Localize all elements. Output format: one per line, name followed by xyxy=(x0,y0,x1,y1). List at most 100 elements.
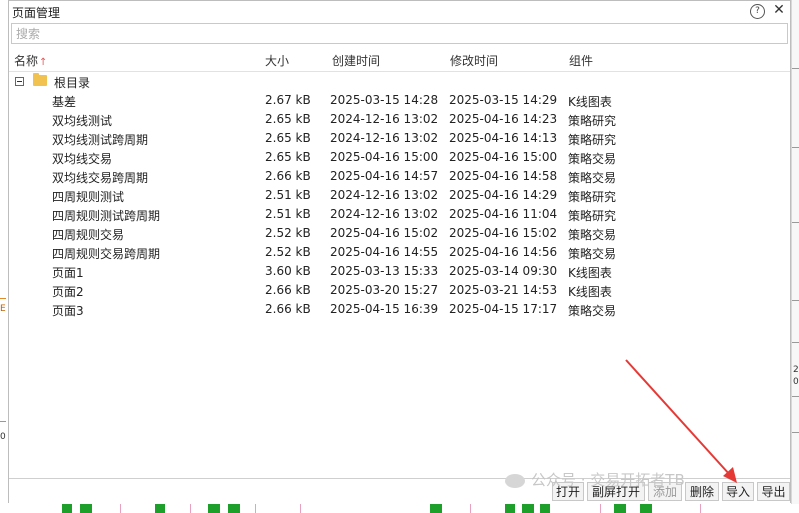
item-component: 策略研究 xyxy=(568,114,617,128)
item-component: 策略交易 xyxy=(568,228,617,242)
item-name: 页面1 xyxy=(52,266,84,280)
tree-root-row[interactable]: 根目录 xyxy=(9,72,790,91)
item-created: 2025-04-16 15:02 xyxy=(330,226,439,240)
sort-ascending-icon: ↑ xyxy=(39,57,48,68)
dialog-title: 页面管理 xyxy=(12,6,61,20)
item-modified: 2025-04-16 14:13 xyxy=(449,131,558,145)
item-created: 2025-03-13 15:33 xyxy=(330,264,439,278)
item-modified: 2025-04-16 14:23 xyxy=(449,112,558,126)
item-created: 2024-12-16 13:02 xyxy=(330,131,439,145)
item-modified: 2025-04-16 15:02 xyxy=(449,226,558,240)
tree-item-row[interactable]: 四周规则测试 2.51 kB 2024-12-16 13:02 2025-04-16 … xyxy=(9,186,790,205)
background-curve xyxy=(0,298,6,299)
tree-item-row[interactable]: 页面3 2.66 kB 2025-04-15 16:39 2025-04-15 17:… xyxy=(9,300,790,319)
tree-item-row[interactable]: 四周规则交易 2.52 kB 2025-04-16 15:02 2025-04-16 … xyxy=(9,224,790,243)
item-created: 2025-03-20 15:27 xyxy=(330,283,439,297)
item-component: 策略交易 xyxy=(568,171,617,185)
close-icon[interactable]: ✕ xyxy=(771,2,787,19)
item-created: 2024-12-16 13:02 xyxy=(330,112,439,126)
item-created: 2025-04-16 14:55 xyxy=(330,245,439,259)
item-component: 策略交易 xyxy=(568,304,617,318)
item-modified: 2025-04-16 11:04 xyxy=(449,207,558,221)
item-size: 2.66 kB xyxy=(265,169,311,183)
item-component: 策略交易 xyxy=(568,247,617,261)
item-name: 页面3 xyxy=(52,304,84,318)
item-size: 2.65 kB xyxy=(265,131,311,145)
item-name: 双均线测试 xyxy=(52,114,113,128)
item-size: 2.65 kB xyxy=(265,112,311,126)
item-size: 2.52 kB xyxy=(265,226,311,240)
tree-item-row[interactable]: 页面2 2.66 kB 2025-03-20 15:27 2025-03-21 14:… xyxy=(9,281,790,300)
item-size: 2.65 kB xyxy=(265,150,311,164)
item-size: 3.60 kB xyxy=(265,264,311,278)
item-component: K线图表 xyxy=(568,266,612,280)
item-name: 四周规则交易 xyxy=(52,228,125,242)
background-tick: E xyxy=(0,304,6,314)
tree-item-row[interactable]: 双均线测试 2.65 kB 2024-12-16 13:02 2025-04-16 1… xyxy=(9,110,790,129)
item-component: 策略交易 xyxy=(568,152,617,166)
item-name: 双均线交易 xyxy=(52,152,113,166)
item-size: 2.51 kB xyxy=(265,207,311,221)
item-name: 四周规则测试跨周期 xyxy=(52,209,161,223)
background-tick: 2 xyxy=(793,365,799,375)
search-box xyxy=(11,23,788,44)
item-created: 2025-03-15 14:28 xyxy=(330,93,439,107)
item-created: 2025-04-16 15:00 xyxy=(330,150,439,164)
item-name: 双均线交易跨周期 xyxy=(52,171,149,185)
tree-item-row[interactable]: 双均线交易 2.65 kB 2025-04-16 15:00 2025-04-16 1… xyxy=(9,148,790,167)
column-header: 名称↑ 大小 创建时间 修改时间 组件 xyxy=(9,48,790,72)
item-name: 页面2 xyxy=(52,285,84,299)
item-component: 策略研究 xyxy=(568,133,617,147)
background-candles xyxy=(0,504,799,513)
item-size: 2.51 kB xyxy=(265,188,311,202)
item-modified: 2025-04-15 17:17 xyxy=(449,302,558,316)
item-size: 2.67 kB xyxy=(265,93,311,107)
background-tick: 0 xyxy=(0,432,6,442)
column-created-header[interactable]: 创建时间 xyxy=(332,52,380,69)
item-modified: 2025-04-16 14:58 xyxy=(449,169,558,183)
background-tick: 0 xyxy=(793,377,799,387)
import-button[interactable]: 导入 xyxy=(722,482,754,501)
column-name-header[interactable]: 名称↑ xyxy=(14,52,47,69)
tree-item-row[interactable]: 四周规则测试跨周期 2.51 kB 2024-12-16 13:02 2025-04-… xyxy=(9,205,790,224)
root-folder-label: 根目录 xyxy=(54,76,91,90)
delete-button[interactable]: 删除 xyxy=(685,482,719,501)
title-bar[interactable]: 页面管理 ? ✕ xyxy=(9,1,790,22)
tree-item-row[interactable]: 双均线交易跨周期 2.66 kB 2025-04-16 14:57 2025-04-1… xyxy=(9,167,790,186)
item-modified: 2025-04-16 14:29 xyxy=(449,188,558,202)
page-manager-dialog: 页面管理 ? ✕ 名称↑ 大小 创建时间 修改时间 组件 根目录 基差 2.67 … xyxy=(8,0,791,504)
background-curve xyxy=(0,421,6,422)
tree-item-row[interactable]: 四周规则交易跨周期 2.52 kB 2025-04-16 14:55 2025-04-… xyxy=(9,243,790,262)
collapse-icon[interactable] xyxy=(15,77,24,86)
item-name: 双均线测试跨周期 xyxy=(52,133,149,147)
help-icon[interactable]: ? xyxy=(750,4,765,19)
item-component: 策略研究 xyxy=(568,190,617,204)
item-modified: 2025-04-16 15:00 xyxy=(449,150,558,164)
item-size: 2.66 kB xyxy=(265,283,311,297)
watermark: 公众号 · 交易开拓者TB xyxy=(505,469,685,490)
tree-item-row[interactable]: 双均线测试跨周期 2.65 kB 2024-12-16 13:02 2025-04-1… xyxy=(9,129,790,148)
item-component: K线图表 xyxy=(568,95,612,109)
column-size-header[interactable]: 大小 xyxy=(265,52,289,69)
item-modified: 2025-03-14 09:30 xyxy=(449,264,558,278)
item-created: 2025-04-15 16:39 xyxy=(330,302,439,316)
item-modified: 2025-03-21 14:53 xyxy=(449,283,558,297)
export-button[interactable]: 导出 xyxy=(757,482,790,501)
item-component: 策略研究 xyxy=(568,209,617,223)
column-component-header[interactable]: 组件 xyxy=(569,52,593,69)
background-chart-edge: 2 0 xyxy=(791,0,799,513)
tree-item-row[interactable]: 基差 2.67 kB 2025-03-15 14:28 2025-03-15 14:2… xyxy=(9,91,790,110)
item-name: 四周规则交易跨周期 xyxy=(52,247,161,261)
item-created: 2024-12-16 13:02 xyxy=(330,188,439,202)
item-size: 2.52 kB xyxy=(265,245,311,259)
folder-icon xyxy=(33,73,47,86)
item-modified: 2025-03-15 14:29 xyxy=(449,93,558,107)
tree-item-row[interactable]: 页面1 3.60 kB 2025-03-13 15:33 2025-03-14 09:… xyxy=(9,262,790,281)
search-input[interactable] xyxy=(12,24,787,43)
item-name: 基差 xyxy=(52,95,77,109)
wechat-logo-icon xyxy=(505,473,525,488)
column-modified-header[interactable]: 修改时间 xyxy=(450,52,498,69)
item-name: 四周规则测试 xyxy=(52,190,125,204)
item-component: K线图表 xyxy=(568,285,612,299)
item-modified: 2025-04-16 14:56 xyxy=(449,245,558,259)
